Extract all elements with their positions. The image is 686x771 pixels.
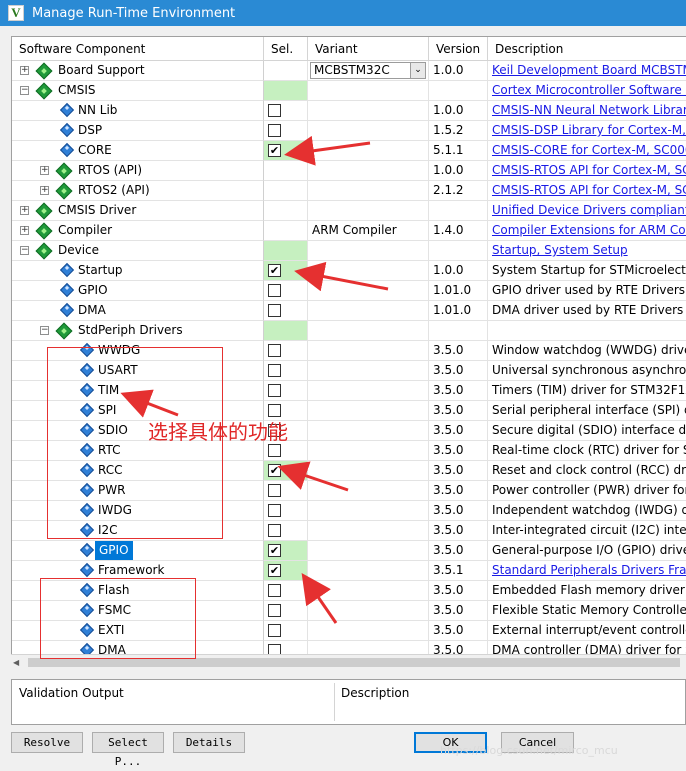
arrow-startup	[294, 261, 389, 292]
arrow-framework	[301, 573, 338, 624]
annotation-arrows	[120, 135, 389, 624]
arrow-core	[284, 135, 371, 166]
arrow-rcc	[277, 461, 349, 492]
arrow-label	[120, 389, 179, 418]
